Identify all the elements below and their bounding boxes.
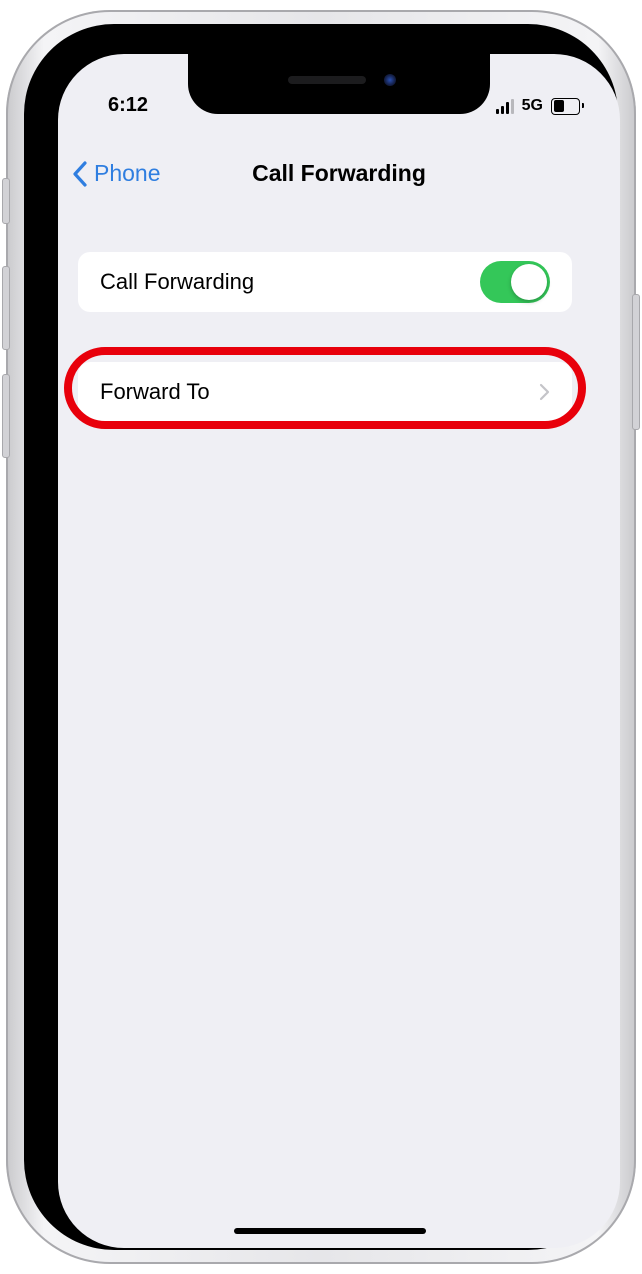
power-button — [632, 294, 640, 430]
signal-bar — [500, 105, 504, 114]
signal-bar — [505, 102, 509, 114]
phone-frame: 6:12 5G Phone Call Forwarding Call Forwa… — [2, 10, 640, 1264]
action-button — [2, 178, 10, 224]
status-time: 6:12 — [108, 94, 149, 116]
call-forwarding-row: Call Forwarding — [78, 252, 572, 312]
chevron-right-icon — [539, 383, 550, 401]
page-title: Call Forwarding — [252, 160, 426, 186]
home-indicator[interactable] — [234, 1228, 426, 1234]
forward-to-row[interactable]: Forward To — [78, 362, 572, 422]
front-camera — [384, 74, 396, 86]
signal-bar — [510, 98, 514, 114]
battery-tip — [582, 102, 584, 108]
call-forwarding-label: Call Forwarding — [100, 269, 255, 294]
signal-bar — [495, 109, 499, 114]
forward-to-label: Forward To — [100, 379, 210, 404]
call-forwarding-toggle[interactable] — [480, 261, 550, 303]
battery-icon — [551, 97, 584, 115]
earpiece-speaker — [288, 76, 366, 84]
network-type: 5G — [521, 97, 543, 114]
notch — [188, 54, 490, 114]
volume-down-button — [2, 374, 10, 458]
battery-level — [553, 100, 565, 112]
bezel: 6:12 5G Phone Call Forwarding Call Forwa… — [24, 24, 620, 1250]
toggle-knob — [511, 264, 547, 300]
status-indicators: 5G — [495, 94, 584, 118]
screen: 6:12 5G Phone Call Forwarding Call Forwa… — [58, 54, 620, 1248]
volume-up-button — [2, 266, 10, 350]
cellular-signal-icon — [495, 98, 514, 114]
